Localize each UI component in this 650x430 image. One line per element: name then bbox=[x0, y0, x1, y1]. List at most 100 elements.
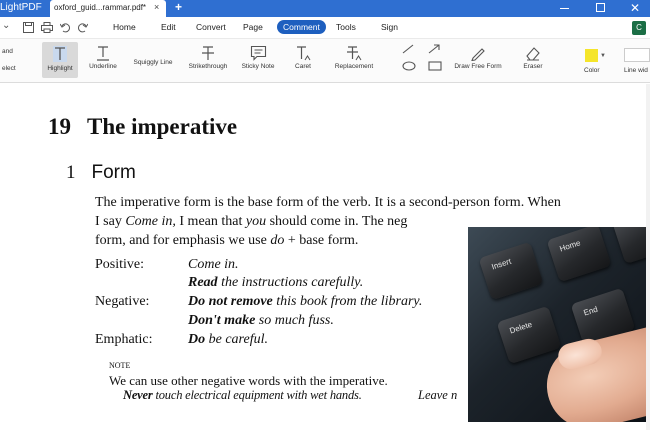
document-tab[interactable]: oxford_guid...rammar.pdf* × bbox=[50, 0, 166, 17]
text-run: I mean that bbox=[175, 214, 246, 229]
strikethrough-tool[interactable]: Strikethrough bbox=[185, 45, 231, 70]
comment-ribbon: and elect Highlight Underline Squiggly L… bbox=[0, 39, 650, 83]
draw-free-form-label: Draw Free Form bbox=[454, 63, 502, 70]
negative-example-1: Do not remove this book from the library… bbox=[188, 294, 422, 310]
menu-home[interactable]: Home bbox=[113, 22, 136, 32]
line-icon[interactable] bbox=[402, 44, 414, 54]
menu-edit[interactable]: Edit bbox=[161, 22, 176, 32]
text-run: so much fuss. bbox=[255, 313, 334, 328]
positive-example-1: Come in. bbox=[188, 257, 239, 272]
highlight-tool[interactable]: Highlight bbox=[42, 42, 78, 78]
sticky-note-tool[interactable]: Sticky Note bbox=[238, 45, 278, 70]
strikethrough-label: Strikethrough bbox=[188, 63, 228, 70]
text-run: this book from the library. bbox=[272, 294, 423, 309]
text-run: I say bbox=[95, 214, 126, 229]
squiggly-line-label: Squiggly Line bbox=[133, 59, 173, 66]
underline-icon bbox=[97, 46, 109, 61]
intro-line-2: I say Come in, I mean that you should co… bbox=[95, 214, 407, 230]
caret-icon bbox=[297, 46, 311, 61]
caret-down-icon[interactable]: ▼ bbox=[600, 53, 606, 59]
save-icon[interactable] bbox=[23, 22, 34, 33]
key-label: Home bbox=[558, 238, 582, 254]
replacement-tool[interactable]: Replacement bbox=[330, 45, 378, 70]
eraser-tool[interactable]: Eraser bbox=[518, 45, 548, 70]
text-run: + base form. bbox=[284, 233, 359, 248]
document-tab-label: oxford_guid...rammar.pdf* bbox=[54, 3, 147, 12]
line-width-label[interactable]: Line wid bbox=[624, 67, 648, 74]
caret-label: Caret bbox=[295, 63, 311, 70]
app-name: LightPDF bbox=[0, 2, 42, 13]
keyboard-photo: Insert Home Delete End bbox=[468, 227, 650, 422]
underline-tool[interactable]: Underline bbox=[85, 45, 121, 70]
keyboard-key: Home bbox=[546, 227, 612, 283]
text-run: Don't make bbox=[188, 313, 256, 328]
emphatic-example: Do be careful. bbox=[188, 332, 268, 348]
text-run: you bbox=[245, 214, 267, 229]
chapter-number: 19 bbox=[48, 114, 71, 139]
squiggly-line-tool[interactable]: Squiggly Line bbox=[128, 57, 178, 66]
replacement-icon bbox=[347, 46, 362, 61]
menu-page[interactable]: Page bbox=[243, 22, 263, 32]
menu-comment[interactable]: Comment bbox=[277, 20, 326, 34]
new-tab-icon[interactable]: + bbox=[175, 0, 182, 14]
menu-tools[interactable]: Tools bbox=[336, 22, 356, 32]
vertical-scrollbar[interactable] bbox=[646, 84, 650, 430]
truncated-tool-label[interactable]: elect bbox=[2, 65, 16, 72]
replacement-label: Replacement bbox=[334, 63, 374, 70]
strikethrough-icon bbox=[202, 46, 214, 60]
text-run: do bbox=[270, 233, 285, 248]
chapter-heading: 19 The imperative bbox=[48, 114, 237, 140]
minimize-icon[interactable] bbox=[560, 8, 569, 9]
print-icon[interactable] bbox=[41, 22, 53, 33]
eraser-label: Eraser bbox=[523, 63, 543, 70]
text-run: should come in. The neg bbox=[266, 214, 408, 229]
key-label: Insert bbox=[490, 256, 513, 272]
text-run: the instructions carefully. bbox=[217, 275, 364, 290]
note-text: We can use other negative words with the… bbox=[109, 373, 388, 388]
avatar[interactable]: C bbox=[632, 21, 646, 35]
note-label: NOTE bbox=[109, 361, 131, 370]
text-run: Do not remove bbox=[188, 294, 273, 309]
pencil-icon bbox=[471, 48, 485, 61]
highlight-label: Highlight bbox=[47, 65, 73, 72]
redo-icon[interactable] bbox=[77, 22, 88, 33]
tab-close-icon[interactable]: × bbox=[154, 2, 159, 12]
rectangle-icon[interactable] bbox=[428, 61, 442, 71]
color-label[interactable]: Color bbox=[584, 67, 600, 74]
ellipse-icon[interactable] bbox=[402, 61, 416, 71]
menu-sign[interactable]: Sign bbox=[381, 22, 398, 32]
intro-line-3: form, and for emphasis we use do + base … bbox=[95, 233, 358, 249]
keyboard-key: Insert bbox=[478, 241, 544, 301]
highlight-icon bbox=[53, 46, 67, 62]
chapter-title: The imperative bbox=[87, 114, 238, 139]
maximize-icon[interactable] bbox=[596, 3, 605, 12]
note-example-2: Leave n bbox=[418, 388, 458, 402]
text-run: Do bbox=[188, 332, 206, 347]
truncated-tool-label[interactable]: and bbox=[2, 48, 13, 55]
menu-bar: ⌄ Home Edit Convert Page Comment Tools S… bbox=[0, 17, 650, 39]
keyboard-key: Delete bbox=[496, 305, 562, 365]
key-label: Delete bbox=[508, 319, 534, 336]
text-run: Never bbox=[123, 388, 153, 402]
section-heading: 1 Form bbox=[66, 162, 136, 184]
text-run: be careful. bbox=[205, 332, 268, 347]
positive-example-2: Read the instructions carefully. bbox=[188, 275, 363, 291]
section-title: Form bbox=[91, 162, 136, 183]
text-run: touch electrical equipment with wet hand… bbox=[152, 388, 362, 402]
caret-tool[interactable]: Caret bbox=[290, 45, 316, 70]
draw-free-form-tool[interactable]: Draw Free Form bbox=[451, 45, 505, 70]
chevron-down-icon[interactable]: ⌄ bbox=[2, 20, 10, 31]
arrow-icon[interactable] bbox=[428, 44, 440, 54]
color-swatch[interactable] bbox=[585, 49, 598, 62]
section-number: 1 bbox=[66, 162, 76, 183]
menu-convert[interactable]: Convert bbox=[196, 22, 226, 32]
eraser-icon bbox=[526, 47, 540, 61]
line-width-box[interactable] bbox=[624, 48, 650, 62]
undo-icon[interactable] bbox=[60, 22, 71, 33]
sticky-note-icon bbox=[250, 45, 266, 61]
text-run: form, and for emphasis we use bbox=[95, 233, 271, 248]
sticky-note-label: Sticky Note bbox=[241, 63, 275, 70]
keyboard-key bbox=[612, 227, 650, 265]
window-close-icon[interactable]: ✕ bbox=[630, 1, 640, 15]
negative-label: Negative: bbox=[95, 294, 150, 309]
